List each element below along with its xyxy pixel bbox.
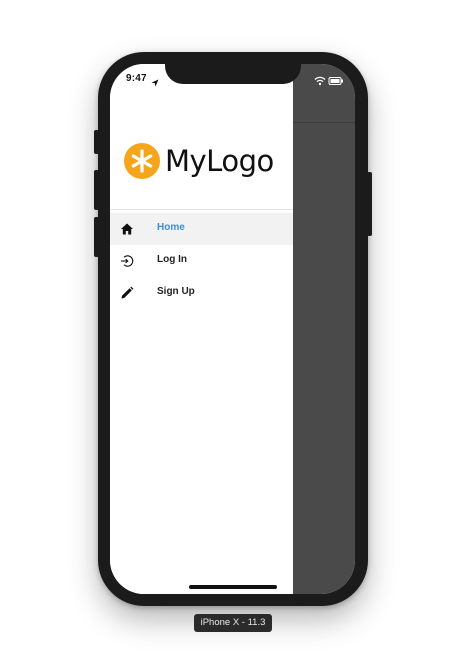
drawer-divider	[110, 209, 293, 210]
header-divider	[293, 122, 355, 123]
app-logo: MyLogo	[124, 143, 274, 179]
power-button	[367, 172, 372, 236]
device-notch	[165, 64, 301, 84]
battery-icon	[328, 77, 343, 85]
volume-down-button	[94, 217, 99, 257]
drawer-item-login[interactable]: Log In	[110, 245, 293, 277]
status-right-icons	[314, 73, 344, 86]
drawer-item-label: Sign Up	[157, 286, 195, 297]
home-icon	[120, 222, 134, 236]
phone-screen: MyLogo Home Log In Sign Up 9:47	[110, 64, 355, 594]
asterisk-icon	[124, 143, 160, 179]
pencil-icon	[120, 286, 134, 300]
simulator-device-label: iPhone X - 11.3	[194, 614, 272, 632]
content-overlay[interactable]	[293, 64, 355, 594]
login-icon	[120, 254, 134, 268]
location-arrow-icon	[151, 74, 159, 87]
navigation-drawer: MyLogo Home Log In Sign Up	[110, 64, 293, 594]
wifi-icon	[314, 76, 326, 86]
logo-text: MyLogo	[165, 144, 274, 178]
iphone-frame: MyLogo Home Log In Sign Up 9:47	[94, 52, 372, 606]
drawer-item-label: Log In	[157, 254, 187, 265]
home-indicator[interactable]	[189, 585, 277, 589]
mute-switch	[94, 130, 99, 154]
drawer-item-label: Home	[157, 222, 185, 233]
drawer-item-signup[interactable]: Sign Up	[110, 277, 293, 309]
volume-up-button	[94, 170, 99, 210]
simulator-stage: MyLogo Home Log In Sign Up 9:47 iPhone X…	[0, 0, 474, 665]
status-time: 9:47	[126, 73, 147, 84]
drawer-item-home[interactable]: Home	[110, 213, 293, 245]
